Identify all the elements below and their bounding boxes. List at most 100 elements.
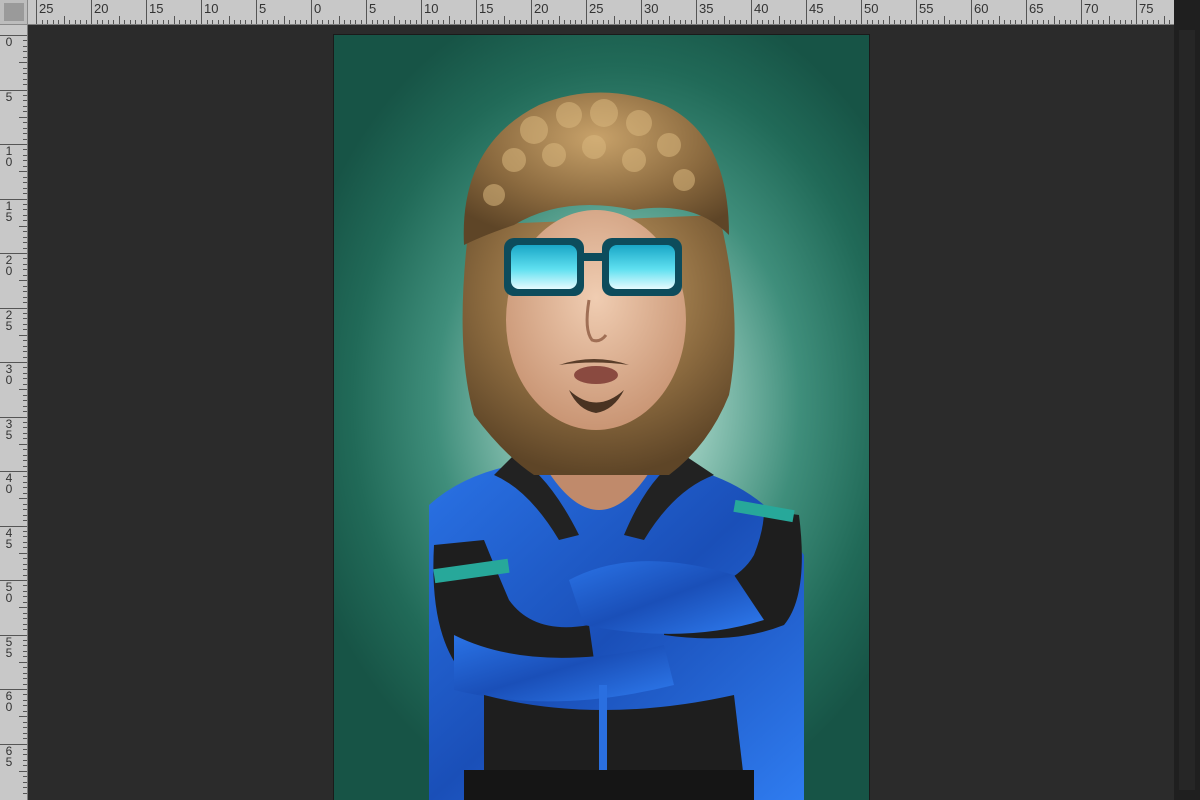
portrait-photo	[429, 92, 804, 800]
ruler-tick	[0, 307, 27, 309]
document-canvas[interactable]	[334, 35, 869, 800]
ruler-left-label: 45	[5, 525, 13, 551]
ruler-tick	[19, 770, 27, 772]
ruler-tick	[998, 16, 1000, 24]
ruler-tick	[19, 498, 27, 500]
ruler-top-label: 15	[149, 1, 164, 16]
ruler-tick	[971, 0, 972, 24]
ruler-top-label: 10	[424, 1, 439, 16]
ruler-top-label: 5	[369, 1, 377, 16]
ruler-tick	[19, 171, 27, 173]
ruler-top-label: 10	[204, 1, 219, 16]
ruler-tick	[19, 62, 27, 64]
ruler-top-label: 65	[1029, 1, 1044, 16]
ruler-top-label: 70	[1084, 1, 1099, 16]
ruler-tick	[283, 16, 285, 24]
ruler-tick	[19, 334, 27, 336]
ruler-tick	[833, 16, 835, 24]
ruler-tick	[888, 16, 890, 24]
ruler-origin[interactable]	[0, 0, 28, 25]
ruler-top-label: 60	[974, 1, 989, 16]
ruler-top-label: 20	[534, 1, 549, 16]
ruler-tick	[421, 0, 422, 24]
ruler-top-label: 5	[259, 1, 267, 16]
ruler-tick	[0, 144, 27, 145]
ruler-top-label: 30	[644, 1, 659, 16]
ruler-tick	[201, 0, 202, 24]
ruler-left-label: 10	[5, 144, 13, 169]
ruler-left-label: 55	[5, 634, 13, 660]
mouth	[574, 366, 618, 384]
ruler-tick	[751, 0, 752, 24]
ruler-tick	[91, 0, 92, 24]
ruler-tick	[19, 389, 27, 391]
ruler-tick	[19, 552, 27, 554]
ruler-tick	[256, 0, 257, 24]
ruler-top-label: 45	[809, 1, 824, 16]
ruler-tick	[228, 16, 230, 24]
ruler-top-label: 0	[314, 1, 322, 16]
ruler-tick	[0, 253, 27, 254]
ruler-left-label: 35	[5, 416, 13, 442]
ruler-tick	[723, 16, 725, 24]
ruler-tick	[0, 362, 27, 363]
ruler-origin-box	[4, 3, 24, 21]
ruler-tick	[806, 0, 807, 24]
ruler-left-label: 20	[5, 253, 13, 278]
ruler-tick	[0, 471, 27, 472]
ruler-left-label: 65	[5, 743, 13, 769]
ruler-left-label: 40	[5, 471, 13, 496]
ruler-left-label: 60	[5, 689, 13, 714]
ruler-tick	[476, 0, 477, 24]
ruler-tick	[36, 0, 37, 24]
ruler-left-label: 15	[5, 198, 13, 224]
ruler-tick	[0, 634, 27, 636]
ruler-tick	[1026, 0, 1027, 24]
ruler-top-label: 40	[754, 1, 769, 16]
ruler-tick	[0, 743, 27, 745]
ruler-tick	[586, 0, 587, 24]
ruler-tick	[146, 0, 147, 24]
ruler-tick	[63, 16, 65, 24]
belt	[464, 770, 754, 800]
ruler-left-label: 25	[5, 307, 13, 333]
ruler-tick	[0, 580, 27, 581]
horizontal-ruler[interactable]: 25 20 15 10 5 0 5 10 15 20 25 30 35 40 45 50 55 60 65 70 75	[28, 0, 1174, 25]
ruler-tick	[366, 0, 367, 24]
vertical-scrollbar[interactable]	[1179, 30, 1195, 790]
ruler-tick	[19, 116, 27, 118]
ruler-tick	[1108, 16, 1110, 24]
ruler-tick	[0, 689, 27, 690]
ruler-tick	[668, 16, 670, 24]
ruler-tick	[1163, 16, 1165, 24]
ruler-tick	[943, 16, 945, 24]
ruler-left-label: 0	[5, 35, 13, 49]
ruler-tick	[613, 16, 615, 24]
ruler-top-label: 35	[699, 1, 714, 16]
ruler-tick	[696, 0, 697, 24]
ruler-tick	[19, 443, 27, 445]
ruler-tick	[503, 16, 505, 24]
ruler-tick	[0, 89, 27, 91]
ruler-top-label: 55	[919, 1, 934, 16]
ruler-tick	[0, 525, 27, 527]
ruler-top-label: 50	[864, 1, 879, 16]
ruler-tick	[118, 16, 120, 24]
ruler-tick	[19, 225, 27, 227]
ruler-left-label: 50	[5, 580, 13, 605]
ruler-tick	[778, 16, 780, 24]
ruler-tick	[173, 16, 175, 24]
ruler-tick	[19, 716, 27, 718]
ruler-tick	[1081, 0, 1082, 24]
ruler-tick	[448, 16, 450, 24]
ruler-tick	[0, 416, 27, 418]
ruler-left-label: 30	[5, 362, 13, 387]
ruler-tick	[338, 16, 340, 24]
ruler-tick	[861, 0, 862, 24]
window-edge	[1174, 0, 1200, 800]
ruler-tick	[0, 198, 27, 200]
ruler-top-label: 75	[1139, 1, 1154, 16]
vertical-ruler[interactable]: 0 5 10 15 20 25 30 35 40 45 50 55 60 65	[0, 25, 28, 800]
ruler-tick	[0, 35, 27, 36]
ruler-tick	[641, 0, 642, 24]
